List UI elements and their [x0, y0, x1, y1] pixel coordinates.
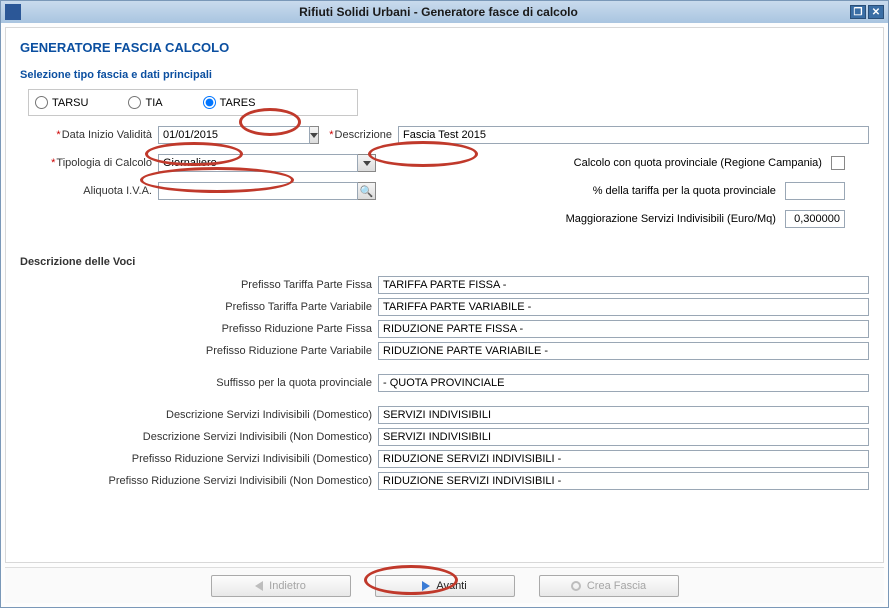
fascia-type-radios: TARSU TIA TARES	[28, 89, 358, 116]
opt-campania-checkbox[interactable]	[831, 156, 845, 170]
arrow-right-icon	[422, 581, 430, 591]
voci-label: Prefisso Tariffa Parte Variabile	[20, 301, 378, 313]
voci-section: Descrizione delle Voci Prefisso Tariffa …	[20, 256, 869, 490]
tipologia-dropdown-icon[interactable]	[358, 154, 376, 172]
back-button[interactable]: Indietro	[211, 575, 351, 597]
opt-percent-input[interactable]	[785, 182, 845, 200]
opt-magg-input[interactable]	[785, 210, 845, 228]
restore-button[interactable]: ❐	[850, 5, 866, 19]
opt-campania-row: Calcolo con quota provinciale (Regione C…	[574, 156, 845, 170]
opt-percent-label: % della tariffa per la quota provinciale	[593, 185, 776, 197]
voci-input[interactable]	[378, 406, 869, 424]
opt-campania-label: Calcolo con quota provinciale (Regione C…	[574, 157, 822, 169]
voci-input[interactable]	[378, 428, 869, 446]
date-dropdown-icon[interactable]	[310, 126, 319, 144]
voci-row: Prefisso Tariffa Parte Variabile	[20, 298, 869, 316]
create-label: Crea Fascia	[587, 580, 646, 592]
radio-tares-label: TARES	[220, 97, 256, 109]
title-bar: Rifiuti Solidi Urbani - Generatore fasce…	[1, 1, 888, 23]
opt-magg-label: Maggiorazione Servizi Indivisibili (Euro…	[566, 213, 776, 225]
next-label: Avanti	[436, 580, 466, 592]
data-inizio-label: Data Inizio Validità	[26, 129, 158, 141]
voci-label: Prefisso Riduzione Servizi Indivisibili …	[20, 453, 378, 465]
radio-tares[interactable]: TARES	[203, 96, 256, 109]
voci-row: Descrizione Servizi Indivisibili (Non Do…	[20, 428, 869, 446]
back-label: Indietro	[269, 580, 306, 592]
voci-input[interactable]	[378, 374, 869, 392]
voci-row: Prefisso Riduzione Servizi Indivisibili …	[20, 472, 869, 490]
voci-input[interactable]	[378, 450, 869, 468]
aliquota-label: Aliquota I.V.A.	[26, 185, 158, 197]
wizard-footer: Indietro Avanti Crea Fascia	[5, 567, 884, 603]
voci-row: Prefisso Riduzione Parte Fissa	[20, 320, 869, 338]
gear-icon	[571, 581, 581, 591]
voci-title: Descrizione delle Voci	[20, 256, 869, 268]
app-logo-icon	[5, 4, 21, 20]
voci-row: Descrizione Servizi Indivisibili (Domest…	[20, 406, 869, 424]
close-button[interactable]: ✕	[868, 5, 884, 19]
content-area: GENERATORE FASCIA CALCOLO Selezione tipo…	[5, 27, 884, 563]
voci-input[interactable]	[378, 472, 869, 490]
create-button[interactable]: Crea Fascia	[539, 575, 679, 597]
descrizione-input[interactable]	[398, 126, 869, 144]
voci-row: Prefisso Tariffa Parte Fissa	[20, 276, 869, 294]
data-inizio-field[interactable]	[158, 126, 248, 144]
aliquota-field[interactable]: 🔍	[158, 182, 376, 200]
voci-input[interactable]	[378, 276, 869, 294]
radio-tia-label: TIA	[145, 97, 162, 109]
page-title: GENERATORE FASCIA CALCOLO	[20, 40, 869, 55]
opt-percent-row: % della tariffa per la quota provinciale	[593, 182, 845, 200]
radio-tarsu[interactable]: TARSU	[35, 96, 88, 109]
voci-input[interactable]	[378, 342, 869, 360]
voci-label: Prefisso Riduzione Parte Fissa	[20, 323, 378, 335]
section1-title: Selezione tipo fascia e dati principali	[20, 69, 869, 81]
radio-tia[interactable]: TIA	[128, 96, 162, 109]
app-window: Rifiuti Solidi Urbani - Generatore fasce…	[0, 0, 889, 608]
voci-label: Prefisso Riduzione Parte Variabile	[20, 345, 378, 357]
opt-magg-row: Maggiorazione Servizi Indivisibili (Euro…	[566, 210, 845, 228]
voci-label: Suffisso per la quota provinciale	[20, 377, 378, 389]
voci-label: Descrizione Servizi Indivisibili (Domest…	[20, 409, 378, 421]
voci-row: Prefisso Riduzione Servizi Indivisibili …	[20, 450, 869, 468]
next-button[interactable]: Avanti	[375, 575, 515, 597]
data-inizio-input[interactable]	[158, 126, 310, 144]
voci-input[interactable]	[378, 320, 869, 338]
voci-row: Prefisso Riduzione Parte Variabile	[20, 342, 869, 360]
tipologia-input[interactable]	[158, 154, 358, 172]
search-icon[interactable]: 🔍	[358, 182, 376, 200]
aliquota-input[interactable]	[158, 182, 358, 200]
voci-row: Suffisso per la quota provinciale	[20, 374, 869, 392]
voci-input[interactable]	[378, 298, 869, 316]
window-title: Rifiuti Solidi Urbani - Generatore fasce…	[29, 5, 848, 19]
tipologia-label: Tipologia di Calcolo	[26, 157, 158, 169]
arrow-left-icon	[255, 581, 263, 591]
voci-label: Prefisso Tariffa Parte Fissa	[20, 279, 378, 291]
radio-tarsu-label: TARSU	[52, 97, 88, 109]
voci-label: Prefisso Riduzione Servizi Indivisibili …	[20, 475, 378, 487]
main-form: Data Inizio Validità Descrizione Tipolog…	[20, 126, 869, 228]
tipologia-field[interactable]	[158, 154, 376, 172]
voci-label: Descrizione Servizi Indivisibili (Non Do…	[20, 431, 378, 443]
